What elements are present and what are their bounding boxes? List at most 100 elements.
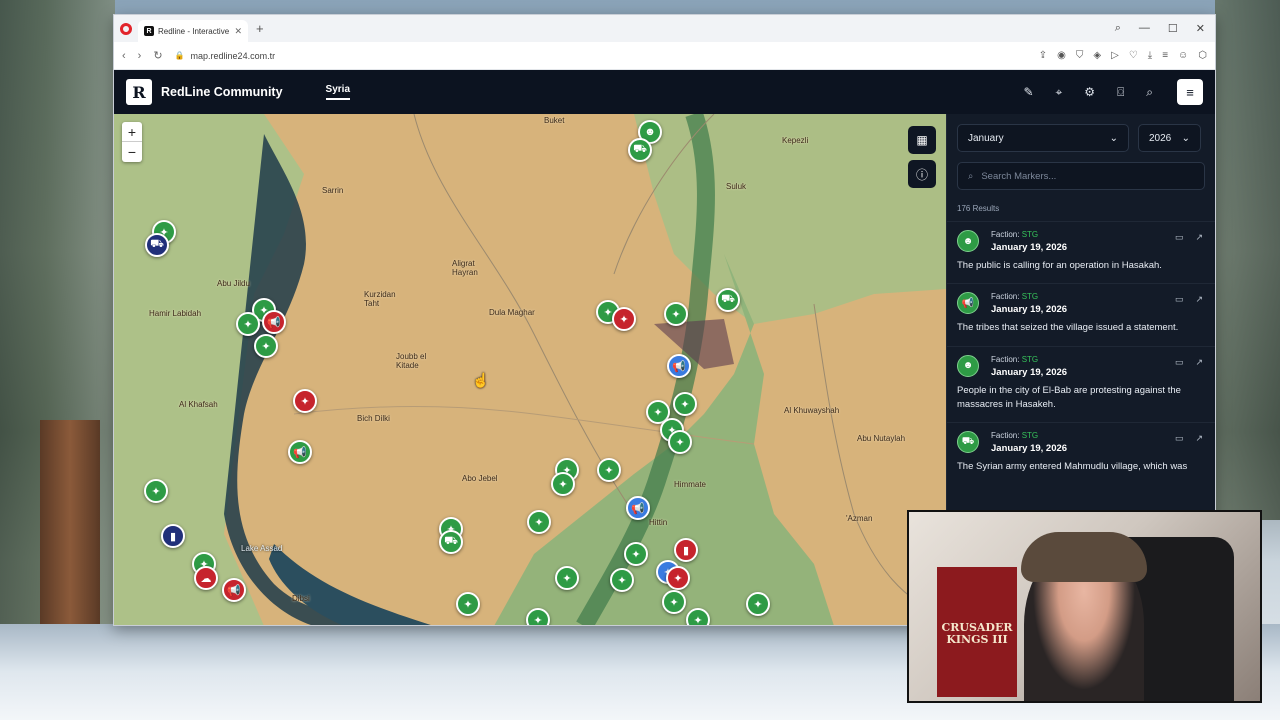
- map-marker-red[interactable]: ✦: [293, 389, 317, 413]
- close-window-icon[interactable]: ✕: [1196, 22, 1205, 35]
- maximize-icon[interactable]: ☐: [1168, 22, 1178, 35]
- map-marker-megaphone[interactable]: 📢: [288, 440, 312, 464]
- window-controls: ⌕ — ☐ ✕: [1115, 22, 1215, 35]
- map-marker-blue-megaphone[interactable]: 📢: [626, 496, 650, 520]
- item-date: January 19, 2026: [991, 366, 1068, 378]
- map-label-lake-assad: Lake Assad: [241, 544, 283, 553]
- map-marker-navy[interactable]: ▮: [161, 524, 185, 548]
- external-link-icon[interactable]: ↗: [1195, 294, 1203, 305]
- map-canvas[interactable]: + − ▦ ⓘ Buket Kepezli Suluk Sarrin Aligr…: [114, 114, 946, 625]
- map-marker-green[interactable]: ✦: [254, 334, 278, 358]
- list-item[interactable]: ☻ Faction: STG January 19, 2026 ▭ ↗ The …: [947, 221, 1215, 283]
- item-text: People in the city of El-Bab are protest…: [957, 384, 1181, 410]
- nav-syria[interactable]: Syria: [325, 84, 351, 100]
- map-marker-green[interactable]: ✦: [686, 608, 710, 625]
- map-marker-green[interactable]: ✦: [624, 542, 648, 566]
- map-label-abu-nutaylah: Abu Nutaylah: [857, 434, 906, 443]
- map-marker-red-megaphone[interactable]: 📢: [222, 578, 246, 602]
- vpn-icon[interactable]: ◈: [1093, 50, 1101, 61]
- shield-icon[interactable]: ⛉: [1076, 50, 1084, 61]
- map-marker-green[interactable]: ✦: [555, 566, 579, 590]
- map-marker-green[interactable]: ✦: [144, 479, 168, 503]
- url-text: map.redline24.com.tr: [190, 50, 276, 61]
- zoom-in-button[interactable]: +: [122, 122, 142, 142]
- video-icon[interactable]: ▭: [1175, 433, 1184, 444]
- map-marker-red[interactable]: ☁: [194, 566, 218, 590]
- video-icon[interactable]: ▭: [1175, 232, 1184, 243]
- map-marker-green[interactable]: ✦: [664, 302, 688, 326]
- webcam-overlay: CRUSADER KINGS III: [907, 510, 1262, 703]
- map-marker-truck[interactable]: ⛟: [439, 530, 463, 554]
- tag-icon[interactable]: ✎: [1023, 85, 1033, 99]
- app-logo[interactable]: R: [126, 79, 152, 105]
- desktop-tree-right: [1215, 0, 1280, 520]
- browser-search-icon[interactable]: ⌕: [1115, 22, 1121, 35]
- tab-close-icon[interactable]: ✕: [234, 26, 242, 37]
- map-marker-red[interactable]: ▮: [674, 538, 698, 562]
- month-select[interactable]: January ⌄: [957, 124, 1129, 152]
- camera-icon[interactable]: ⌼: [1117, 85, 1124, 100]
- list-item[interactable]: 📢 Faction: STG January 19, 2026 ▭ ↗ The …: [947, 283, 1215, 345]
- external-link-icon[interactable]: ↗: [1195, 232, 1203, 243]
- map-marker-red-megaphone[interactable]: 📢: [262, 310, 286, 334]
- share-icon[interactable]: ⇪: [1039, 50, 1047, 61]
- year-select[interactable]: 2026 ⌄: [1138, 124, 1201, 152]
- map-marker-green[interactable]: ✦: [673, 392, 697, 416]
- map-marker-green[interactable]: ✦: [236, 312, 260, 336]
- map-marker-blue-megaphone[interactable]: 📢: [667, 354, 691, 378]
- extensions-icon[interactable]: ⬡: [1198, 50, 1207, 61]
- lists-icon[interactable]: ≡: [1162, 50, 1168, 61]
- search-icon[interactable]: ⌕: [1146, 85, 1153, 100]
- poster-text: CRUSADER KINGS III: [941, 621, 1013, 646]
- map-marker-green[interactable]: ✦: [597, 458, 621, 482]
- forward-icon[interactable]: ›: [138, 50, 142, 62]
- profile-icon[interactable]: ☺: [1178, 50, 1188, 61]
- pin-icon[interactable]: ⌖: [1056, 85, 1063, 100]
- map-marker-green[interactable]: ✦: [527, 510, 551, 534]
- map-marker-green[interactable]: ✦: [551, 472, 575, 496]
- map-marker-red[interactable]: ✦: [666, 566, 690, 590]
- map-info-icon[interactable]: ⓘ: [908, 160, 936, 188]
- opera-logo-icon[interactable]: [120, 22, 132, 35]
- external-link-icon[interactable]: ↗: [1195, 433, 1203, 444]
- zoom-control: + −: [122, 122, 142, 162]
- play-icon[interactable]: ▷: [1111, 50, 1119, 61]
- map-marker-green[interactable]: ✦: [668, 430, 692, 454]
- video-icon[interactable]: ▭: [1175, 294, 1184, 305]
- list-item[interactable]: ☻ Faction: STG January 19, 2026 ▭ ↗ Peop…: [947, 345, 1215, 423]
- map-marker-green[interactable]: ✦: [526, 608, 550, 625]
- marker-search-input[interactable]: ⌕ Search Markers...: [957, 162, 1205, 190]
- download-icon[interactable]: ⤓: [1148, 50, 1152, 61]
- video-icon[interactable]: ▭: [1175, 357, 1184, 368]
- reload-icon[interactable]: ↻: [153, 49, 162, 62]
- map-marker-red[interactable]: ✦: [612, 307, 636, 331]
- item-actions: ▭ ↗: [1175, 232, 1203, 243]
- brand-name[interactable]: RedLine Community: [161, 85, 283, 99]
- zoom-out-button[interactable]: −: [122, 142, 142, 162]
- snapshot-icon[interactable]: ◉: [1057, 50, 1066, 61]
- browser-tab[interactable]: R Redline - Interactive Strat ✕: [138, 20, 248, 42]
- year-value: 2026: [1149, 132, 1172, 144]
- minimize-icon[interactable]: —: [1139, 22, 1150, 35]
- map-marker-green[interactable]: ✦: [610, 568, 634, 592]
- external-link-icon[interactable]: ↗: [1195, 357, 1203, 368]
- back-icon[interactable]: ‹: [122, 50, 126, 62]
- gear-icon[interactable]: ⚙: [1084, 85, 1095, 99]
- new-tab-icon[interactable]: +: [256, 21, 264, 36]
- map-label-aligrat: Aligrat Hayran: [452, 259, 478, 277]
- map-layers-icon[interactable]: ▦: [908, 126, 936, 154]
- map-marker-green[interactable]: ✦: [456, 592, 480, 616]
- url-field[interactable]: 🔒 map.redline24.com.tr: [175, 51, 276, 61]
- map-label-abo-jebel: Abo Jebel: [462, 474, 498, 483]
- map-label-dula: Dula Maghar: [489, 308, 535, 317]
- menu-icon[interactable]: ≡: [1177, 79, 1203, 105]
- heart-icon[interactable]: ♡: [1129, 50, 1138, 61]
- webcam-hair: [1021, 532, 1147, 582]
- chevron-down-icon: ⌄: [1109, 132, 1118, 144]
- map-marker-truck[interactable]: ⛟: [716, 288, 740, 312]
- map-marker-green[interactable]: ✦: [746, 592, 770, 616]
- map-marker-truck[interactable]: ⛟: [628, 138, 652, 162]
- list-item[interactable]: ⛟ Faction: STG January 19, 2026 ▭ ↗ The …: [947, 422, 1215, 484]
- map-marker-navy-truck[interactable]: ⛟: [145, 233, 169, 257]
- map-marker-green[interactable]: ✦: [662, 590, 686, 614]
